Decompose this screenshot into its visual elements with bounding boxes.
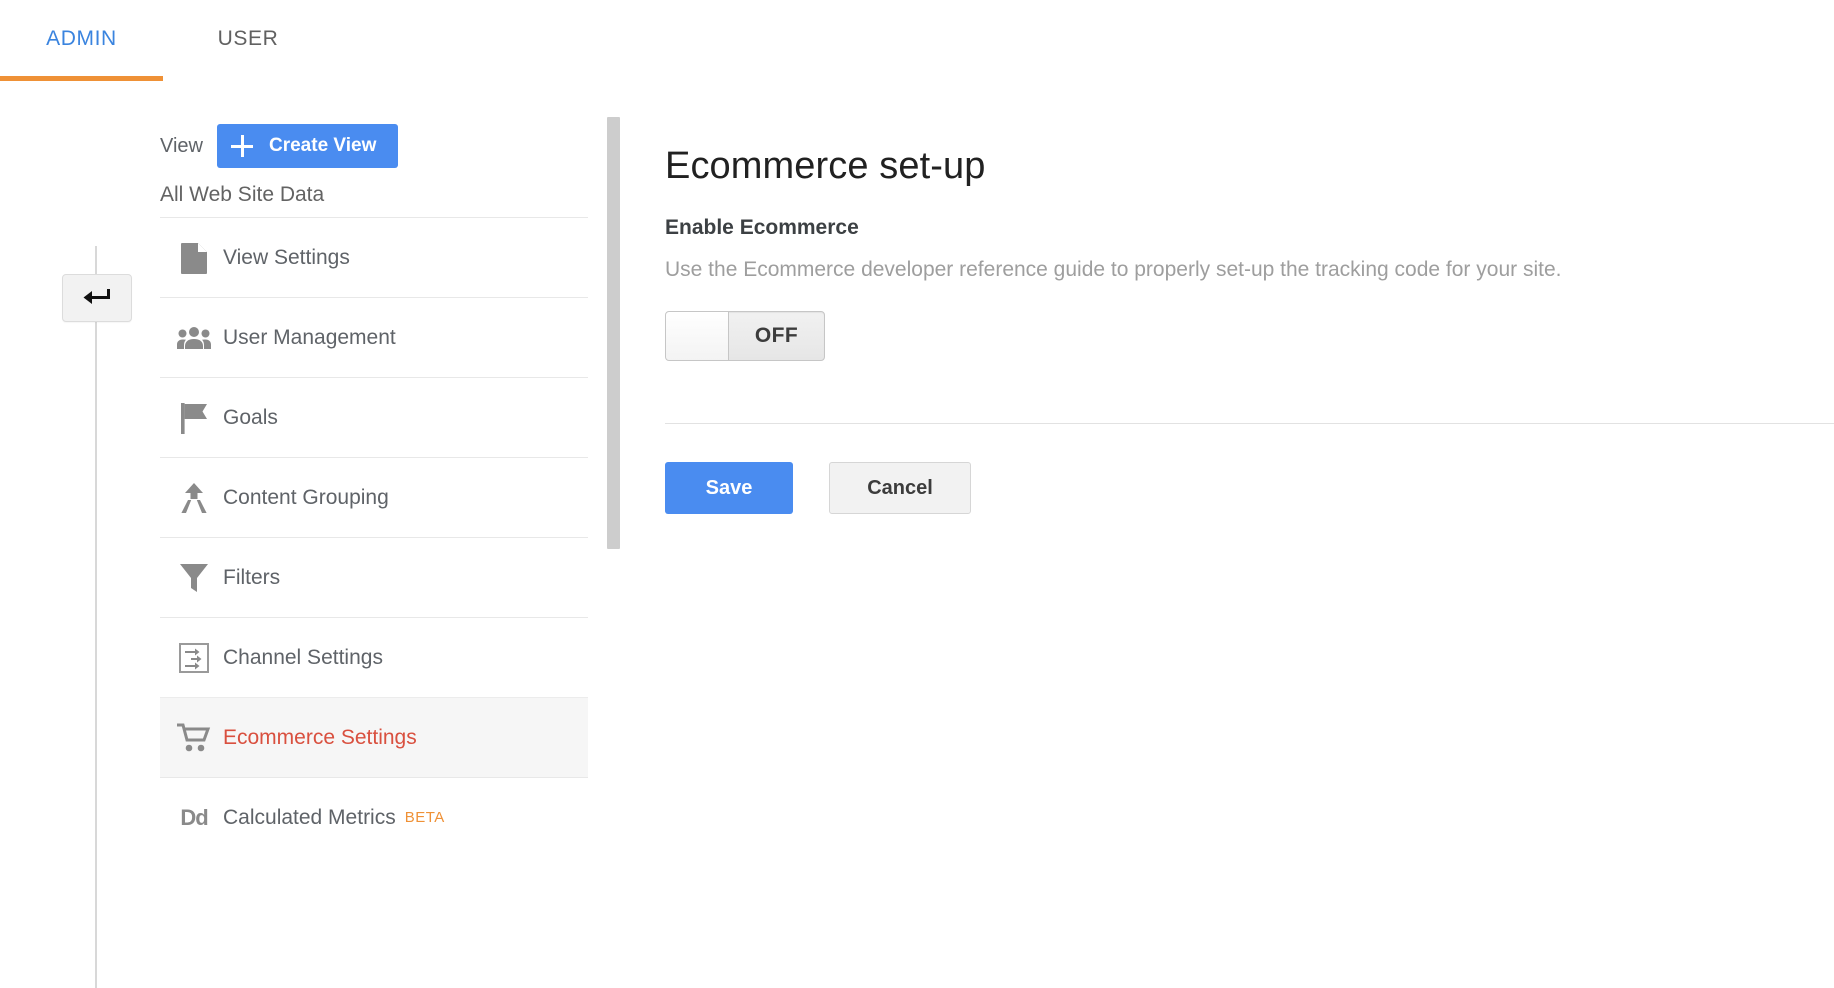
sidebar-item-label: Calculated Metrics xyxy=(223,805,396,829)
back-arrow-icon xyxy=(82,287,112,309)
enable-ecommerce-toggle[interactable]: OFF xyxy=(665,311,825,361)
content-divider xyxy=(665,423,1834,424)
tab-admin[interactable]: ADMIN xyxy=(0,0,163,78)
content-grouping-icon xyxy=(165,482,223,514)
cancel-button[interactable]: Cancel xyxy=(829,462,971,514)
toggle-knob[interactable] xyxy=(666,312,729,360)
funnel-icon xyxy=(165,562,223,594)
flag-icon xyxy=(165,402,223,434)
shopping-cart-icon xyxy=(165,723,223,753)
view-header: View Create View xyxy=(160,124,399,168)
view-column-label: View xyxy=(160,134,203,157)
sidebar-item-ecommerce-settings[interactable]: Ecommerce Settings xyxy=(160,697,588,777)
cancel-button-label: Cancel xyxy=(867,476,933,499)
top-tab-bar: ADMIN USER xyxy=(0,0,1834,82)
tab-admin-label: ADMIN xyxy=(46,27,117,50)
sidebar-item-label: Content Grouping xyxy=(223,485,389,509)
tab-user[interactable]: USER xyxy=(163,0,333,78)
sidebar-item-label: Filters xyxy=(223,565,281,589)
view-sidebar: View Create View All Web Site Data View … xyxy=(160,100,600,988)
collapse-panel-button[interactable] xyxy=(62,274,132,322)
sidebar-scrollbar-thumb[interactable] xyxy=(607,117,620,549)
sidebar-item-label: User Management xyxy=(223,325,396,349)
sidebar-item-calculated-metrics[interactable]: Dd Calculated Metrics BETA xyxy=(160,777,588,857)
sidebar-item-label: Goals xyxy=(223,405,278,429)
people-icon xyxy=(165,326,223,350)
sidebar-rail-line xyxy=(95,246,97,988)
view-settings-menu: View Settings User Management Goals Cont… xyxy=(160,217,588,857)
sidebar-item-label: Ecommerce Settings xyxy=(223,725,417,749)
tab-user-label: USER xyxy=(217,27,279,50)
dd-icon: Dd xyxy=(165,805,223,831)
section-description: Use the Ecommerce developer reference gu… xyxy=(665,258,1562,281)
status-badge: BETA xyxy=(404,809,445,826)
sidebar-item-label: Channel Settings xyxy=(223,645,383,669)
form-actions: Save Cancel xyxy=(665,462,1834,514)
toggle-state-label: OFF xyxy=(754,324,799,347)
main-content: Ecommerce set-up Enable Ecommerce Use th… xyxy=(665,100,1834,514)
sidebar-item-goals[interactable]: Goals xyxy=(160,377,588,457)
dd-icon-glyph: Dd xyxy=(180,804,208,830)
sidebar-item-user-management[interactable]: User Management xyxy=(160,297,588,377)
sidebar-item-view-settings[interactable]: View Settings xyxy=(160,217,588,297)
document-icon xyxy=(165,242,223,274)
create-view-label: Create View xyxy=(269,135,377,156)
save-button[interactable]: Save xyxy=(665,462,793,514)
section-title: Enable Ecommerce xyxy=(665,216,859,239)
sidebar-item-channel-settings[interactable]: Channel Settings xyxy=(160,617,588,697)
save-button-label: Save xyxy=(705,476,753,499)
create-view-button[interactable]: Create View xyxy=(217,124,399,168)
channel-settings-icon xyxy=(165,642,223,673)
page-title: Ecommerce set-up xyxy=(665,145,986,187)
active-tab-indicator xyxy=(0,76,163,81)
sidebar-item-filters[interactable]: Filters xyxy=(160,537,588,617)
plus-icon xyxy=(231,135,253,157)
sidebar-item-label: View Settings xyxy=(223,245,350,269)
selected-view-name: All Web Site Data xyxy=(160,183,325,206)
sidebar-item-content-grouping[interactable]: Content Grouping xyxy=(160,457,588,537)
